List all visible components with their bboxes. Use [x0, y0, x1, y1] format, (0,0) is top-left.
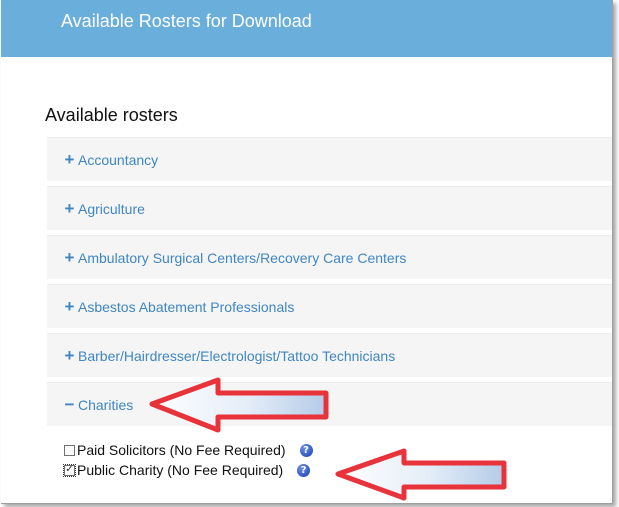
question-icon[interactable]: ? — [299, 443, 313, 457]
option-label[interactable]: Public Charity (No Fee Required) — [77, 462, 283, 478]
minus-icon: − — [64, 395, 75, 414]
arrow-shape — [335, 448, 507, 501]
accordion-item-accountancy[interactable]: + Accountancy — [47, 137, 612, 181]
plus-icon: + — [64, 199, 75, 218]
annotation-arrow-charities — [149, 377, 329, 433]
accordion-item-barber-hairdresser[interactable]: + Barber/Hairdresser/Electrologist/Tatto… — [47, 333, 612, 377]
accordion-item-label[interactable]: Agriculture — [78, 201, 145, 217]
accordion-item-label[interactable]: Asbestos Abatement Professionals — [78, 299, 294, 315]
accordion-item-ambulatory-surgical-centers[interactable]: + Ambulatory Surgical Centers/Recovery C… — [47, 235, 612, 279]
page-title: Available Rosters for Download — [61, 11, 312, 31]
arrow-shape — [149, 377, 329, 433]
charities-options: Paid Solicitors (No Fee Required) ? ✓ Pu… — [63, 440, 313, 480]
option-label[interactable]: Paid Solicitors (No Fee Required) — [77, 442, 286, 458]
paid-solicitors-checkbox[interactable] — [64, 444, 75, 456]
accordion-item-agriculture[interactable]: + Agriculture — [47, 186, 612, 230]
plus-icon: + — [64, 346, 75, 365]
plus-icon: + — [64, 150, 75, 169]
option-paid-solicitors: Paid Solicitors (No Fee Required) ? — [64, 440, 313, 460]
plus-icon: + — [64, 297, 75, 316]
section-title: Available rosters — [45, 105, 178, 125]
accordion-item-label[interactable]: Ambulatory Surgical Centers/Recovery Car… — [78, 250, 406, 266]
accordion-item-asbestos-abatement[interactable]: + Asbestos Abatement Professionals — [47, 284, 612, 328]
accordion-item-label[interactable]: Accountancy — [78, 152, 158, 168]
option-public-charity: ✓ Public Charity (No Fee Required) ? — [63, 460, 313, 480]
page-header: Available Rosters for Download — [1, 0, 612, 57]
plus-icon: + — [64, 248, 75, 267]
annotation-arrow-public-charity — [335, 448, 507, 501]
accordion-item-label[interactable]: Charities — [78, 397, 133, 413]
question-icon[interactable]: ? — [297, 463, 311, 477]
accordion-item-label[interactable]: Barber/Hairdresser/Electrologist/Tattoo … — [78, 348, 395, 364]
public-charity-checkbox[interactable]: ✓ — [63, 463, 76, 477]
